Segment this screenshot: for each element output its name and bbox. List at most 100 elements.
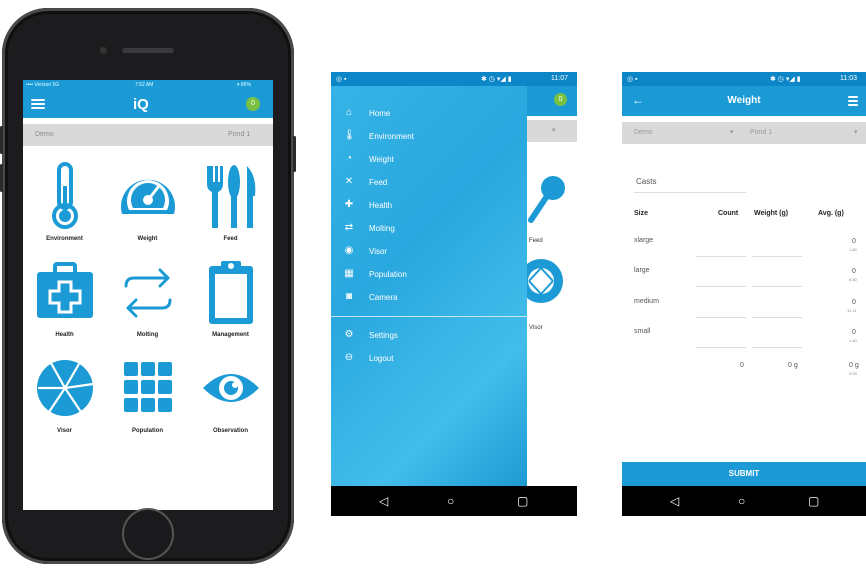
tile-population[interactable]: Population [106, 354, 189, 446]
drawer-item-camera[interactable]: ◙ Camera [331, 286, 527, 308]
swap-arrows-icon [124, 268, 172, 318]
menu-icon[interactable] [31, 99, 45, 109]
tile-label: Population [132, 428, 163, 434]
android-nav-bar: ◁ ○ ▢ [622, 486, 866, 516]
background-selector: ▾ [526, 120, 577, 142]
tile-label: Visor [57, 428, 72, 434]
casts-field-label[interactable]: Casts [636, 177, 656, 186]
carrier-text: •••• Verizon 5G [26, 82, 60, 88]
home-circle-icon[interactable]: ○ [738, 494, 745, 508]
drawer-item-health[interactable]: ✚ Health [331, 194, 527, 216]
tile-weight[interactable]: Weight [106, 162, 189, 254]
bg-tile-label: Feed [529, 238, 543, 244]
earpiece-speaker [122, 48, 174, 53]
clock-text: 7:52 AM [135, 82, 154, 88]
grid-icon [124, 362, 172, 412]
farm-select[interactable]: Demo [35, 131, 54, 138]
android-weight-screen: ◎ ▪ ✱ ◷ ▾◢ ▮ 11:03 ← Weight Demo ▾ Pond … [622, 72, 866, 516]
total-avg: 0 g [849, 362, 859, 369]
logout-icon: ⊖ [344, 352, 354, 363]
count-input[interactable] [696, 317, 746, 318]
farm-select[interactable]: Demo [634, 129, 653, 136]
row-avg-sub: 11.11 [847, 308, 857, 313]
tile-label: Environment [46, 236, 83, 242]
tile-visor[interactable]: Visor [23, 354, 106, 446]
home-screen: •••• Verizon 5G 7:52 AM ▾ 86% iQ 0 Demo … [23, 80, 273, 510]
drawer-item-weight[interactable]: ◔ Weight [331, 148, 527, 170]
drawer-item-label: Home [369, 109, 391, 118]
android-status-icons: ◎ ▪ [627, 76, 638, 83]
app-bar: ← Weight [622, 86, 866, 116]
page-title: Weight [727, 95, 761, 106]
tile-label: Molting [136, 332, 159, 338]
app-logo: iQ [133, 96, 149, 113]
battery-text: ▾ 86% [237, 82, 251, 88]
tile-health[interactable]: Health [23, 258, 106, 350]
chevron-down-icon[interactable]: ▾ [730, 128, 734, 136]
tile-label: Health [55, 332, 74, 338]
drawer-item-label: Logout [369, 354, 394, 363]
tile-feed[interactable]: Feed [189, 162, 272, 254]
drawer-item-label: Molting [369, 224, 395, 233]
recents-icon[interactable]: ▢ [808, 494, 819, 508]
tile-environment[interactable]: Environment [23, 162, 106, 254]
casts-input-line[interactable] [634, 192, 746, 193]
row-size: medium [634, 298, 659, 305]
weight-input[interactable] [752, 286, 802, 287]
count-input[interactable] [696, 256, 746, 257]
weight-input[interactable] [752, 256, 802, 257]
drawer-item-environment[interactable]: 🌡︎ Environment [331, 125, 527, 147]
tile-label: Feed [223, 236, 238, 242]
cutlery-icon [207, 165, 256, 228]
app-bar: iQ 0 [23, 90, 273, 118]
recents-icon[interactable]: ▢ [517, 494, 528, 508]
volume-button [0, 164, 3, 192]
clock-text: 11:07 [551, 75, 568, 82]
back-icon[interactable]: ◁ [379, 494, 388, 508]
pond-select[interactable]: Pond 1 [750, 129, 772, 136]
pond-select[interactable]: Pond 1 [228, 131, 250, 138]
home-button[interactable] [122, 508, 174, 560]
chevron-down-icon[interactable]: ▾ [854, 128, 858, 136]
cutlery-icon [528, 176, 565, 223]
tile-molting[interactable]: Molting [106, 258, 189, 350]
status-icons: ✱ ◷ ▾◢ ▮ [481, 76, 512, 83]
weight-input[interactable] [752, 317, 802, 318]
tile-observation[interactable]: Observation [189, 354, 272, 446]
aperture-icon [37, 360, 94, 416]
drawer-item-logout[interactable]: ⊖ Logout [331, 347, 527, 369]
row-avg-sub: 1.80 [849, 247, 857, 252]
submit-button[interactable]: SUBMIT [622, 462, 866, 486]
drawer-item-label: Visor [369, 247, 388, 256]
clipboard-icon [209, 261, 253, 324]
clock-text: 11:03 [840, 75, 857, 82]
thermometer-icon: 🌡︎ [343, 130, 356, 141]
row-avg-sub: 1.40 [849, 338, 857, 343]
first-aid-kit-icon: ✚ [344, 199, 354, 210]
grid-icon: ▦ [344, 268, 354, 279]
drawer-item-visor[interactable]: ◉ Visor [331, 240, 527, 262]
android-status-icons: ◎ ▪ [336, 76, 347, 83]
status-bar: ◎ ▪ ✱ ◷ ▾◢ ▮ 11:07 [331, 72, 577, 86]
weight-input[interactable] [752, 347, 802, 348]
drawer-item-label: Settings [369, 331, 398, 340]
farm-pond-selector[interactable]: Demo Pond 1 [23, 124, 273, 146]
count-input[interactable] [696, 347, 746, 348]
back-icon[interactable]: ◁ [670, 494, 679, 508]
drawer-item-molting[interactable]: ⇄ Molting [331, 217, 527, 239]
tile-management[interactable]: Management [189, 258, 272, 350]
count-input[interactable] [696, 286, 746, 287]
notification-badge[interactable]: 0 [246, 97, 260, 111]
row-avg: 0 [852, 238, 856, 245]
drawer-item-feed[interactable]: ✕ Feed [331, 171, 527, 193]
menu-icon[interactable] [848, 96, 858, 106]
tile-label: Weight [137, 236, 158, 242]
home-circle-icon[interactable]: ○ [447, 494, 454, 508]
drawer-item-population[interactable]: ▦ Population [331, 263, 527, 285]
navigation-drawer: ⌂ Home 🌡︎ Environment ◔ Weight ✕ Feed ✚ Healt… [331, 86, 527, 486]
drawer-item-settings[interactable]: ⚙ Settings [331, 324, 527, 346]
row-avg: 0 [852, 329, 856, 336]
drawer-item-home[interactable]: ⌂ Home [331, 102, 527, 124]
drawer-item-label: Health [369, 201, 393, 210]
notification-badge[interactable]: 0 [554, 93, 567, 106]
